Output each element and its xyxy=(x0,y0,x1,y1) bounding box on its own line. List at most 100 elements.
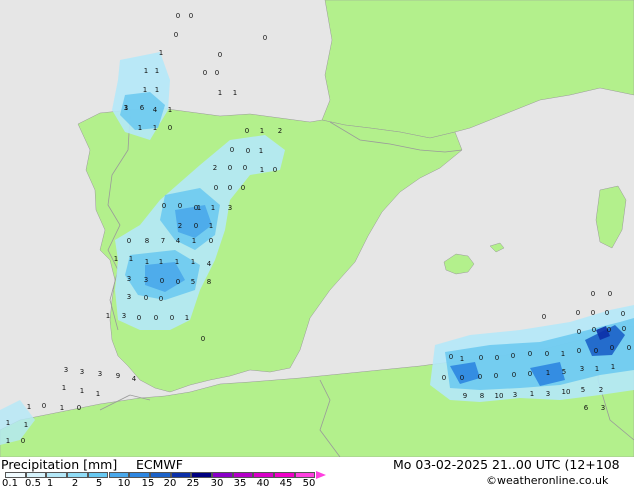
legend-tick-label: 15 xyxy=(141,478,155,489)
precip-value-label: 1 xyxy=(260,127,264,135)
precip-value-label: 0 xyxy=(241,184,245,192)
precip-value-label: 4 xyxy=(176,237,181,245)
precip-value-label: 1 xyxy=(60,404,64,412)
precip-value-label: 8 xyxy=(480,392,484,400)
precip-value-label: 0 xyxy=(176,278,180,286)
precip-value-label: 0 xyxy=(528,370,532,378)
precip-value-label: 9 xyxy=(116,372,120,380)
precip-value-label: 1 xyxy=(175,258,179,266)
precip-value-label: 0 xyxy=(21,437,25,445)
precip-value-label: 1 xyxy=(114,255,118,263)
precip-value-label: 2 xyxy=(213,164,217,172)
precip-value-label: 0 xyxy=(621,310,625,318)
precip-value-label: 0 xyxy=(592,326,596,334)
precip-value-label: 0 xyxy=(495,354,499,362)
precip-value-label: 1 xyxy=(191,258,195,266)
precip-value-label: 1 xyxy=(185,314,189,322)
precip-value-label: 3 xyxy=(601,404,605,412)
legend-arrow xyxy=(315,471,326,479)
precipitation-map: 0001111110011364111000012001200100001000… xyxy=(0,0,634,458)
precip-value-label: 3 xyxy=(546,390,550,398)
precip-value-label: 0 xyxy=(178,202,182,210)
precip-value-label: 0 xyxy=(194,222,198,230)
forecast-datetime: Mo 03-02-2025 21..00 UTC (12+108 xyxy=(393,457,620,472)
precip-value-label: 3 xyxy=(64,366,68,374)
precip-value-label: 1 xyxy=(129,255,133,263)
precip-value-label: 0 xyxy=(577,328,581,336)
precip-value-label: 7 xyxy=(161,237,165,245)
precip-value-label: 1 xyxy=(143,86,147,94)
legend-tick-label: 2 xyxy=(71,478,79,489)
precip-value-label: 0 xyxy=(194,204,198,212)
legend-tick-label: 20 xyxy=(163,478,177,489)
precip-value-label: 1 xyxy=(153,124,157,132)
precip-value-label: 0 xyxy=(460,374,464,382)
precip-value-label: 1 xyxy=(168,106,172,114)
precip-value-label: 1 xyxy=(144,67,148,75)
model-name: ECMWF xyxy=(136,457,183,472)
legend-tick-label: 30 xyxy=(210,478,224,489)
legend-title: Precipitation [mm] xyxy=(1,457,118,472)
precip-value-label: 0 xyxy=(273,166,277,174)
precip-value-label: 0 xyxy=(605,309,609,317)
precip-value-label: 6 xyxy=(140,104,145,112)
precip-value-label: 0 xyxy=(77,404,81,412)
precip-value-label: 0 xyxy=(245,127,249,135)
precip-value-label: 3 xyxy=(144,276,148,284)
precip-value-label: 4 xyxy=(207,260,212,268)
precip-value-label: 5 xyxy=(191,278,195,286)
precip-value-label: 1 xyxy=(62,384,66,392)
precip-value-label: 2 xyxy=(278,127,282,135)
precip-value-label: 1 xyxy=(80,387,84,395)
precip-value-label: 1 xyxy=(561,350,565,358)
precip-value-label: 0 xyxy=(442,374,446,382)
precip-value-label: 3 xyxy=(228,204,232,212)
precip-value-label: 0 xyxy=(608,290,612,298)
precip-value-label: 0 xyxy=(610,344,614,352)
legend-footer: Precipitation [mm] ECMWF Mo 03-02-2025 2… xyxy=(0,457,634,490)
precip-value-label: 0 xyxy=(228,184,232,192)
legend-tick-label: 45 xyxy=(279,478,293,489)
precip-value-label: 1 xyxy=(155,86,159,94)
precip-value-label: 8 xyxy=(145,237,149,245)
precip-value-label: 0 xyxy=(42,402,46,410)
precip-value-label: 2 xyxy=(599,386,603,394)
precip-value-label: 0 xyxy=(160,277,164,285)
precip-value-label: 0 xyxy=(545,350,549,358)
precip-value-label: 5 xyxy=(562,368,566,376)
precip-value-label: 0 xyxy=(201,335,205,343)
precip-value-label: 1 xyxy=(530,390,534,398)
legend-tick-label: 0.1 xyxy=(2,478,18,489)
legend-tick-label: 1 xyxy=(46,478,54,489)
precip-value-label: 0 xyxy=(162,202,166,210)
precip-value-label: 0 xyxy=(176,12,180,20)
precip-value-label: 0 xyxy=(218,51,222,59)
precip-value-label: 1 xyxy=(106,312,110,320)
precip-value-label: 0 xyxy=(214,184,218,192)
precip-value-label: 1 xyxy=(218,89,222,97)
precip-value-label: 0 xyxy=(479,354,483,362)
precip-value-label: 0 xyxy=(189,12,193,20)
precip-value-label: 0 xyxy=(622,325,626,333)
precip-value-label: 0 xyxy=(154,314,158,322)
precip-value-label: 1 xyxy=(260,166,264,174)
precip-value-label: 3 xyxy=(124,104,128,112)
precip-value-label: 1 xyxy=(27,403,31,411)
precip-value-label: 1 xyxy=(211,204,215,212)
precip-value-label: 3 xyxy=(513,391,517,399)
legend-tick-label: 50 xyxy=(302,478,316,489)
precip-value-label: 0 xyxy=(577,347,581,355)
precip-value-label: 1 xyxy=(159,258,163,266)
legend-tick-label: 40 xyxy=(256,478,270,489)
precip-value-label: 0 xyxy=(168,124,172,132)
precip-value-label: 0 xyxy=(159,295,163,303)
precip-value-label: 0 xyxy=(512,371,516,379)
precip-value-label: 5 xyxy=(581,386,585,394)
precip-value-label: 0 xyxy=(627,344,631,352)
precip-value-label: 0 xyxy=(576,309,580,317)
precip-value-label: 1 xyxy=(460,355,464,363)
legend-tick-label: 5 xyxy=(95,478,103,489)
precip-value-label: 3 xyxy=(80,368,84,376)
precip-value-label: 1 xyxy=(192,237,196,245)
precip-value-label: 1 xyxy=(159,49,163,57)
